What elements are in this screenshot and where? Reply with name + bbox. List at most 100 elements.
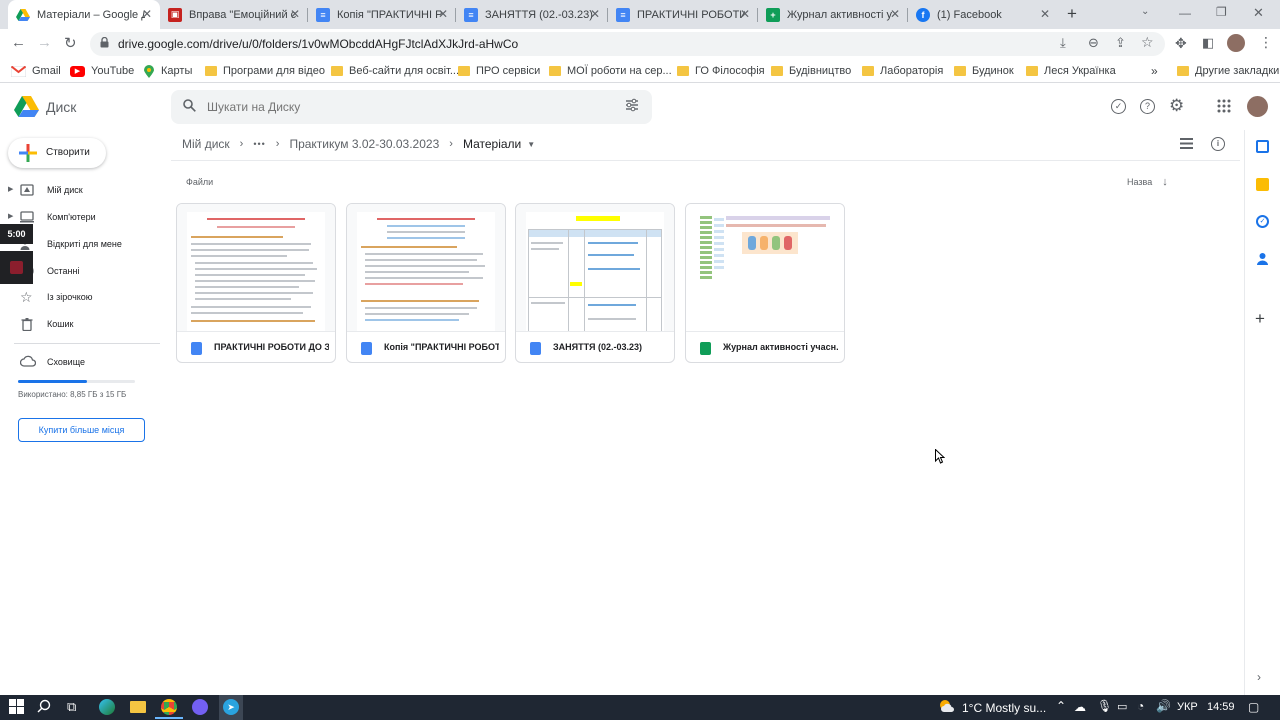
search-input[interactable]	[207, 98, 607, 116]
wifi-icon[interactable]: ◔	[1137, 699, 1144, 713]
breadcrumb-practicum[interactable]: Практикум 3.02-30.03.2023	[289, 137, 439, 151]
back-icon[interactable]: ←	[11, 34, 26, 51]
bookmark-star-icon[interactable]: ☆	[1141, 34, 1154, 51]
bookmark-folder-my-works[interactable]: МОЇ роботи на сер...	[549, 59, 672, 83]
breadcrumb-more-button[interactable]: •••	[253, 139, 265, 149]
telegram-highlight[interactable]: ➤	[219, 695, 243, 720]
bookmark-maps[interactable]: Карты	[144, 59, 192, 83]
taskbar-clock[interactable]: 14:59	[1207, 701, 1235, 713]
settings-gear-icon[interactable]: ⚙	[1169, 96, 1184, 116]
tab-facebook[interactable]: f (1) Facebook ✕	[908, 0, 1058, 29]
tab-activity-journal[interactable]: + Журнал активності у ✕	[758, 0, 908, 29]
extensions-icon[interactable]: ✥	[1175, 35, 1187, 52]
stop-record-icon[interactable]	[10, 261, 23, 274]
weather-text[interactable]: 1°C Mostly su...	[962, 701, 1046, 715]
search-bar[interactable]	[171, 90, 652, 124]
tab-copy-practical[interactable]: ≡ Копія "ПРАКТИЧНІ Р ✕	[308, 0, 456, 29]
close-icon[interactable]: ✕	[438, 7, 448, 21]
other-bookmarks[interactable]: Другие закладки	[1177, 59, 1279, 83]
forward-icon[interactable]: →	[37, 34, 52, 51]
help-icon[interactable]: ?	[1140, 99, 1155, 114]
sort-direction-icon[interactable]: ↓	[1162, 176, 1168, 188]
tray-chevron-up-icon[interactable]: ⌃	[1056, 699, 1066, 713]
taskbar-search-icon[interactable]	[37, 699, 54, 716]
tasks-icon[interactable]: ✓	[1256, 215, 1269, 228]
new-tab-button[interactable]: +	[1067, 4, 1077, 24]
browser-menu-icon[interactable]: ⋮	[1259, 34, 1273, 51]
file-card-activity-journal[interactable]: Журнал активності учасн...	[685, 203, 845, 363]
file-explorer-icon[interactable]	[130, 701, 146, 713]
windows-start-icon[interactable]	[9, 699, 26, 716]
bookmark-folder-services[interactable]: ПРО сервіси	[458, 59, 540, 83]
keep-icon[interactable]	[1256, 178, 1269, 191]
bookmark-folder-lab[interactable]: Лабораторія	[862, 59, 943, 83]
sidebar-item-starred[interactable]: ☆ Із зірочкою	[0, 284, 160, 310]
list-view-icon[interactable]	[1180, 138, 1194, 150]
zoom-icon[interactable]: ⊖	[1088, 35, 1099, 51]
tab-drive-materials[interactable]: Матеріали – Google Д ✕	[8, 0, 160, 29]
volume-icon[interactable]: 🔊	[1156, 699, 1171, 713]
profile-avatar[interactable]	[1227, 34, 1245, 52]
recording-overlay[interactable]	[0, 251, 33, 284]
expand-arrow-icon[interactable]: ▶	[8, 185, 13, 193]
tab-search-icon[interactable]: ⌄	[1141, 6, 1149, 17]
bookmark-folder-house[interactable]: Будинок	[954, 59, 1014, 83]
file-card-practical-works[interactable]: ПРАКТИЧНІ РОБОТИ ДО З...	[176, 203, 336, 363]
account-avatar[interactable]	[1247, 96, 1268, 117]
viber-icon[interactable]	[192, 699, 208, 715]
close-icon[interactable]: ✕	[290, 7, 300, 21]
window-close-icon[interactable]: ✕	[1253, 5, 1264, 21]
bookmark-folder-lesya[interactable]: Леся Українка	[1026, 59, 1116, 83]
close-icon[interactable]: ✕	[590, 7, 600, 21]
minimize-icon[interactable]: —	[1179, 6, 1191, 20]
bookmark-folder-philosophy[interactable]: ГО Філософія	[677, 59, 765, 83]
bookmark-folder-construction[interactable]: Будівництво	[771, 59, 851, 83]
chevron-down-icon[interactable]: ▼	[527, 140, 535, 149]
sidebar-item-storage[interactable]: Сховище	[0, 349, 160, 375]
tab-emotional-exercise[interactable]: ▣ Вправа "Емоційний с ✕	[160, 0, 308, 29]
share-icon[interactable]: ⇪	[1115, 35, 1126, 51]
tab-lessons[interactable]: ≡ ЗАНЯТТЯ (02.-03.23) ✕	[456, 0, 608, 29]
notifications-icon[interactable]: ▢	[1248, 700, 1259, 714]
bookmark-folder-websites[interactable]: Веб-сайти для освіт...	[331, 59, 459, 83]
url-text[interactable]: drive.google.com/drive/u/0/folders/1v0wM…	[118, 37, 518, 51]
add-addon-icon[interactable]: +	[1255, 309, 1265, 329]
microphone-icon[interactable]: 🎙	[1097, 699, 1112, 713]
chrome-icon[interactable]	[161, 699, 177, 715]
side-panel-icon[interactable]: ◧	[1202, 35, 1214, 51]
task-view-icon[interactable]: ⧉	[67, 699, 84, 716]
close-icon[interactable]: ✕	[890, 7, 900, 21]
file-card-lessons[interactable]: ЗАНЯТТЯ (02.-03.23)	[515, 203, 675, 363]
reload-icon[interactable]: ↻	[64, 34, 77, 52]
edge-icon[interactable]	[99, 699, 115, 715]
file-card-copy-practical[interactable]: Копія "ПРАКТИЧНІ РОБОТ...	[346, 203, 506, 363]
calendar-icon[interactable]	[1256, 140, 1269, 153]
restore-icon[interactable]: ❐	[1216, 5, 1227, 19]
search-options-icon[interactable]	[625, 98, 639, 112]
new-button[interactable]: Створити	[8, 138, 106, 168]
battery-icon[interactable]: ▭	[1117, 700, 1127, 713]
bookmarks-overflow-button[interactable]: »	[1151, 59, 1158, 83]
breadcrumb-my-drive[interactable]: Мій диск	[182, 137, 230, 151]
buy-storage-button[interactable]: Купити більше місця	[18, 418, 145, 442]
details-info-icon[interactable]: i	[1211, 137, 1225, 151]
chevron-right-icon[interactable]: ›	[1257, 670, 1261, 684]
sort-control[interactable]: Назва ↓	[1127, 176, 1168, 188]
close-icon[interactable]: ✕	[1040, 7, 1050, 21]
bookmark-youtube[interactable]: ▶ YouTube	[70, 59, 134, 83]
install-app-icon[interactable]: ⤓	[1060, 35, 1066, 51]
drive-logo[interactable]: Диск	[14, 96, 76, 117]
language-indicator[interactable]: УКР	[1177, 701, 1198, 713]
sidebar-item-trash[interactable]: Кошик	[0, 311, 160, 337]
close-icon[interactable]: ✕	[142, 7, 152, 21]
google-apps-icon[interactable]	[1217, 99, 1231, 113]
timer-overlay[interactable]: 5:00	[0, 224, 33, 244]
expand-arrow-icon[interactable]: ▶	[8, 212, 13, 220]
weather-icon[interactable]	[938, 699, 956, 713]
search-icon[interactable]	[183, 99, 197, 113]
bookmark-folder-video[interactable]: Програми для відео	[205, 59, 325, 83]
breadcrumb-current-folder[interactable]: Матеріали	[463, 137, 521, 151]
bookmark-gmail[interactable]: Gmail	[10, 59, 61, 83]
contacts-icon[interactable]	[1257, 252, 1268, 265]
address-bar[interactable]: drive.google.com/drive/u/0/folders/1v0wM…	[90, 32, 1165, 56]
